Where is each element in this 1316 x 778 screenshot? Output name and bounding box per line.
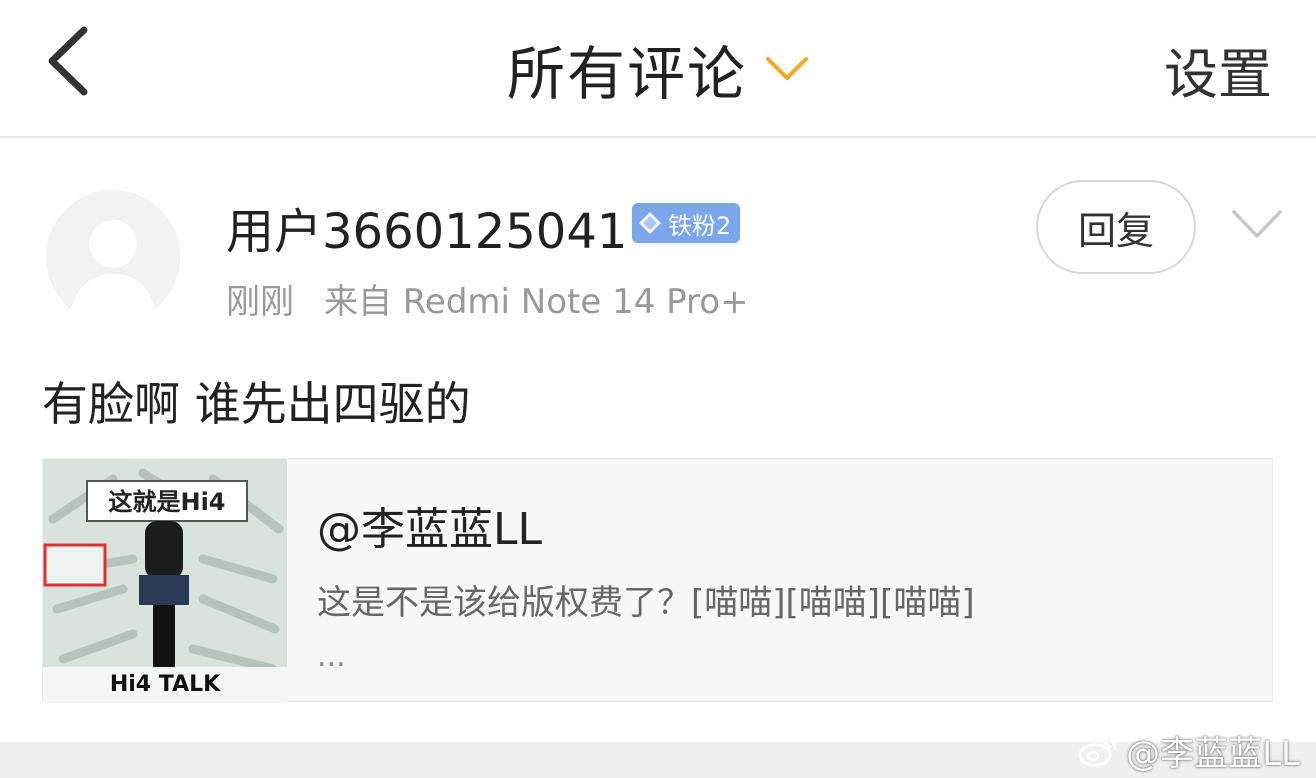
chevron-left-icon — [48, 26, 88, 96]
poster-headline: 这就是Hi4 — [108, 488, 225, 516]
watermark: @李蓝蓝LL — [1078, 726, 1300, 775]
quoted-ellipsis: ... — [317, 639, 346, 674]
top-bar: 所有评论 设置 — [0, 0, 1316, 138]
settings-button[interactable]: 设置 — [1164, 30, 1272, 109]
avatar[interactable] — [46, 190, 180, 324]
page-title: 所有评论 — [506, 40, 747, 108]
quoted-post-thumbnail[interactable]: 这就是Hi4 Hi4 TALK — [43, 459, 287, 703]
back-button[interactable] — [40, 26, 100, 96]
diamond-icon — [639, 212, 661, 234]
reply-button[interactable]: 回复 — [1036, 180, 1196, 274]
more-options-button[interactable] — [1230, 206, 1284, 242]
comment-text: 有脸啊 谁先出四驱的 — [42, 377, 471, 431]
device-source: 来自 Redmi Note 14 Pro+ — [324, 282, 749, 322]
comment-meta: 刚刚 来自 Redmi Note 14 Pro+ — [226, 274, 749, 323]
quoted-post-card[interactable]: 这就是Hi4 Hi4 TALK @李蓝蓝LL 这是不是该给版权费了？[喵喵][喵… — [42, 458, 1273, 703]
chevron-down-icon — [766, 57, 808, 80]
quoted-text: 这是不是该给版权费了？[喵喵][喵喵][喵喵] — [317, 583, 975, 623]
poster-image: 这就是Hi4 Hi4 TALK — [43, 459, 287, 703]
poster-footer: Hi4 TALK — [110, 672, 221, 697]
quoted-author[interactable]: @李蓝蓝LL — [317, 493, 542, 557]
timestamp: 刚刚 — [226, 282, 294, 322]
default-avatar-icon — [46, 190, 180, 324]
fan-badge-label: 铁粉2 — [668, 211, 732, 240]
fan-badge[interactable]: 铁粉2 — [632, 203, 741, 243]
username[interactable]: 用户3660125041 — [226, 192, 627, 262]
comment-filter-dropdown[interactable]: 所有评论 — [507, 27, 809, 111]
weibo-logo-icon — [1078, 737, 1117, 766]
watermark-text: @李蓝蓝LL — [1126, 734, 1300, 774]
chevron-down-icon — [1232, 210, 1282, 238]
